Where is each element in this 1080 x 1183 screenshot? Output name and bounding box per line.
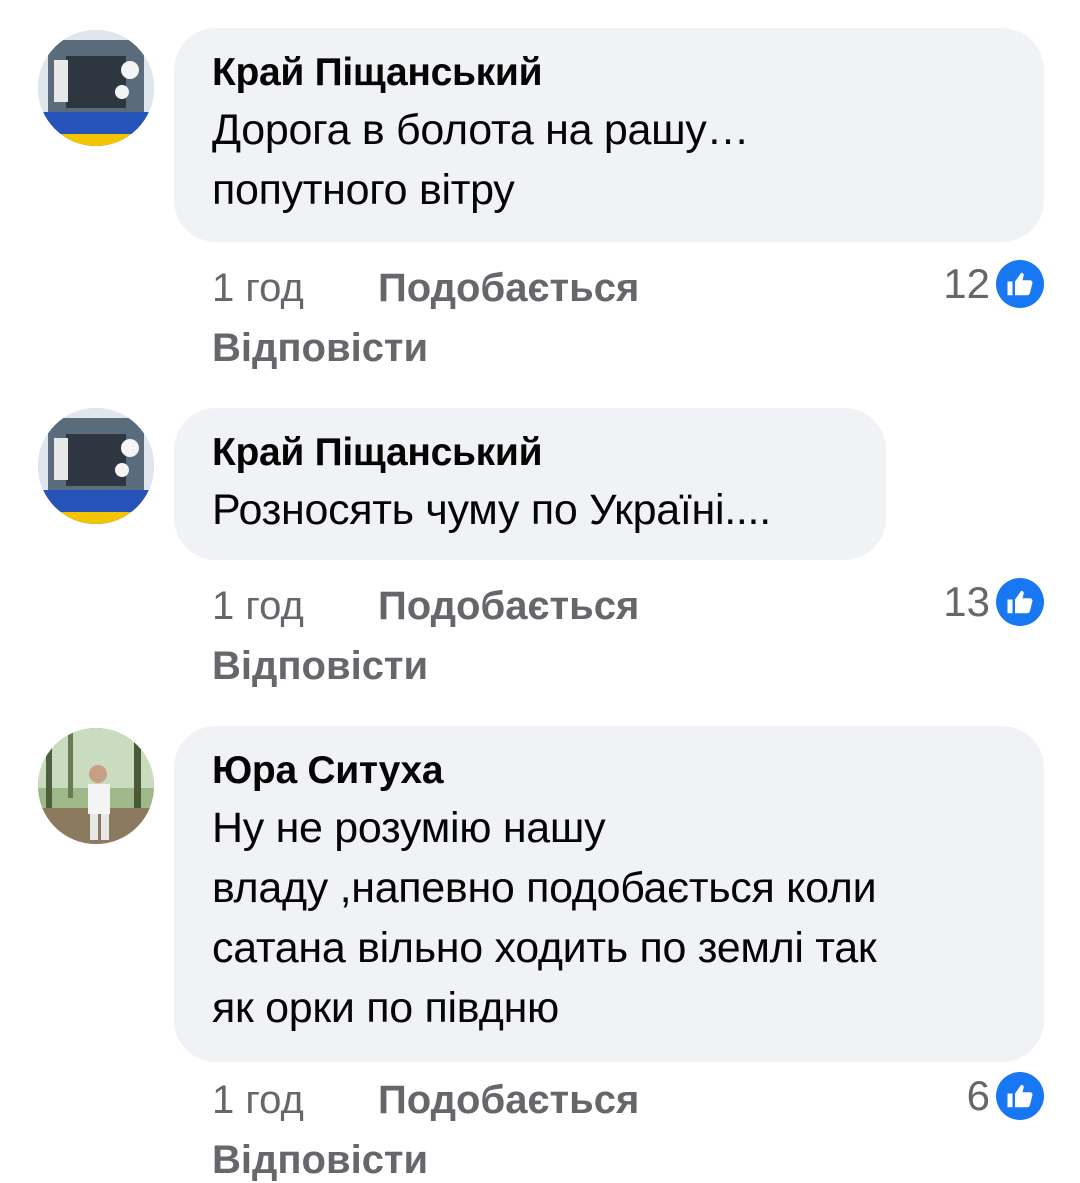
reaction-count: 12 [943,260,990,307]
like-button[interactable]: Подобається [378,584,639,629]
comment-time[interactable]: 1 год [212,1078,304,1123]
comment-time[interactable]: 1 год [212,584,304,629]
comment-text: Дорога в болота на рашу… попутного вітру [212,106,750,214]
thumbs-up-icon [996,578,1044,626]
comment-bubble: Край Піщанський Дорога в болота на рашу…… [174,28,1044,242]
like-button[interactable]: Подобається [378,1078,639,1123]
comment-time[interactable]: 1 год [212,266,304,311]
comment-author[interactable]: Край Піщанський [212,50,1008,96]
reaction-summary[interactable]: 13 [943,578,1044,626]
avatar[interactable] [38,408,154,524]
avatar[interactable] [38,728,154,844]
reply-button[interactable]: Відповісти [212,1138,428,1183]
avatar[interactable] [38,30,154,146]
comment-bubble: Край Піщанський Розносять чуму по Україн… [174,408,886,560]
reply-button[interactable]: Відповісти [212,326,428,371]
reaction-count: 6 [966,1072,990,1119]
reply-button[interactable]: Відповісти [212,644,428,689]
like-button[interactable]: Подобається [378,266,639,311]
comment-author[interactable]: Юра Ситуха [212,748,1008,794]
reaction-summary[interactable]: 12 [943,260,1044,308]
comment-author[interactable]: Край Піщанський [212,430,850,476]
comment-bubble: Юра Ситуха Ну не розумію нашу владу ,нап… [174,726,1044,1062]
comment-text: Ну не розумію нашу владу ,напевно подоба… [212,804,877,1032]
reaction-summary[interactable]: 6 [967,1072,1044,1120]
thumbs-up-icon [996,1072,1044,1120]
thumbs-up-icon [996,260,1044,308]
comment-text: Розносять чуму по Україні.... [212,486,771,534]
reaction-count: 13 [943,578,990,625]
